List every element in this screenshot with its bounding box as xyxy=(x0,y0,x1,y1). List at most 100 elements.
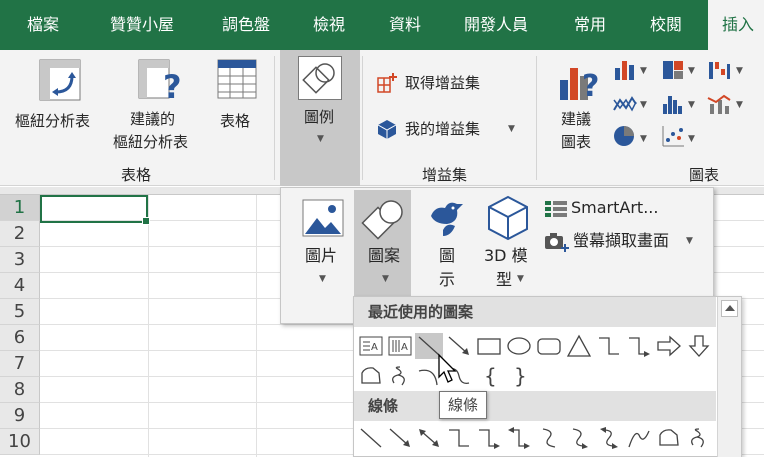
illustrations-dropdown-icon: ▼ xyxy=(317,134,324,144)
svg-text:{: { xyxy=(484,364,497,388)
down-arrow-shape[interactable] xyxy=(685,333,713,359)
dropdown-icon: ▼ xyxy=(319,274,326,284)
histogram-chart-icon xyxy=(663,96,682,114)
cube-3d-icon xyxy=(488,195,528,241)
illustrations-icon xyxy=(298,56,342,100)
curve-shape[interactable] xyxy=(625,425,653,451)
rounded-rectangle-shape[interactable] xyxy=(535,333,563,359)
shapes-label: 圖案 xyxy=(368,246,401,265)
dropdown-icon: ▼ xyxy=(688,66,695,76)
treemap-chart-icon xyxy=(663,61,683,79)
elbow-connector-shape[interactable] xyxy=(595,333,623,359)
dropdown-icon: ▼ xyxy=(517,274,524,284)
tab-view[interactable]: 檢視 xyxy=(313,0,345,50)
scroll-up-arrow-icon[interactable] xyxy=(721,300,738,317)
row-header[interactable]: 2 xyxy=(0,221,40,247)
elbow-arrow-connector-shape[interactable] xyxy=(475,425,503,451)
row-header[interactable]: 3 xyxy=(0,247,40,273)
tab-data[interactable]: 資料 xyxy=(389,0,421,50)
addins-group-label: 增益集 xyxy=(422,166,468,184)
scribble-shape[interactable] xyxy=(386,363,414,389)
right-arrow-shape[interactable] xyxy=(655,333,683,359)
recommended-charts-label-1: 建議 xyxy=(561,110,592,128)
row-header[interactable]: 9 xyxy=(0,403,40,429)
dropdown-icon: ▼ xyxy=(736,100,743,110)
double-arrow-line-shape[interactable] xyxy=(415,425,443,451)
3d-models-label-2: 型 xyxy=(496,270,513,289)
selected-cell-a1[interactable] xyxy=(40,195,150,225)
recommended-pivot-label-1: 建議的 xyxy=(130,110,176,128)
recommended-charts-icon: ? xyxy=(560,68,599,104)
pivot-table-label: 樞紐分析表 xyxy=(15,112,91,130)
tab-review[interactable]: 校閱 xyxy=(650,0,682,50)
freeform-shape[interactable] xyxy=(655,425,683,451)
picture-icon xyxy=(302,199,344,237)
store-icon xyxy=(377,73,397,93)
screenshot-label: 螢幕擷取畫面 xyxy=(573,231,670,250)
pivot-table-icon xyxy=(39,59,81,101)
icons-label-2: 示 xyxy=(439,270,456,289)
table-label: 表格 xyxy=(220,112,251,130)
scatter-chart-icon xyxy=(662,126,684,147)
row-header[interactable]: 8 xyxy=(0,377,40,403)
curved-connector-shape[interactable] xyxy=(535,425,563,451)
cube-addin-icon xyxy=(377,120,397,139)
tab-home[interactable]: 常用 xyxy=(574,0,606,50)
svg-text:A: A xyxy=(371,342,378,353)
dropdown-icon: ▼ xyxy=(736,66,743,76)
group-separator xyxy=(362,56,363,180)
row-header[interactable]: 10 xyxy=(0,429,40,455)
camera-icon xyxy=(545,233,569,252)
ribbon: 樞紐分析表 ? 建議的 樞紐分析表 表格 表格 圖例 ▼ 取得增益集 我的增益集… xyxy=(0,50,764,186)
dropdown-icon: ▼ xyxy=(640,100,647,110)
ribbon-tab-bar: 檔案 贊贊小屋 調色盤 檢視 資料 開發人員 常用 校閱 插入 xyxy=(0,0,764,50)
scribble-shape[interactable] xyxy=(685,425,713,451)
elbow-double-arrow-connector-shape[interactable] xyxy=(505,425,533,451)
tooltip: 線條 xyxy=(439,391,487,419)
tab-file[interactable]: 檔案 xyxy=(27,0,59,50)
smartart-label: SmartArt... xyxy=(571,198,659,217)
curved-arrow-connector-shape[interactable] xyxy=(565,425,593,451)
row-header[interactable]: 4 xyxy=(0,273,40,299)
lines-header: 線條 xyxy=(354,391,716,421)
dropdown-icon: ▼ xyxy=(640,66,647,76)
my-addins-dropdown-icon: ▼ xyxy=(508,124,515,134)
smartart-icon xyxy=(545,201,567,217)
tab-insert[interactable]: 插入 xyxy=(708,0,764,50)
table-icon xyxy=(217,59,257,99)
row-header[interactable]: 1 xyxy=(0,195,40,221)
pictures-label: 圖片 xyxy=(305,246,338,265)
svg-text:?: ? xyxy=(582,69,599,104)
row-header[interactable]: 6 xyxy=(0,325,40,351)
row-header[interactable]: 5 xyxy=(0,299,40,325)
gallery-scrollbar[interactable] xyxy=(717,297,741,457)
elbow-connector-shape[interactable] xyxy=(445,425,473,451)
line-shape[interactable] xyxy=(357,425,385,451)
3d-models-label-1: 3D 模 xyxy=(484,246,528,265)
arrow-line-shape[interactable] xyxy=(386,425,414,451)
shapes-icon xyxy=(361,200,403,240)
triangle-shape[interactable] xyxy=(565,333,593,359)
elbow-arrow-connector-shape[interactable] xyxy=(625,333,653,359)
tab-developer[interactable]: 開發人員 xyxy=(464,0,528,50)
tab-zanzan[interactable]: 贊贊小屋 xyxy=(110,0,174,50)
group-separator xyxy=(536,56,537,180)
column-chart-icon xyxy=(615,61,634,80)
recent-shapes-header: 最近使用的圖案 xyxy=(354,297,716,327)
dropdown-icon: ▼ xyxy=(688,134,695,144)
row-header[interactable]: 7 xyxy=(0,351,40,377)
pie-chart-icon xyxy=(614,126,634,146)
svg-text:}: } xyxy=(514,364,527,388)
curved-double-arrow-connector-shape[interactable] xyxy=(595,425,623,451)
icons-label-1: 圖 xyxy=(439,246,456,265)
freeform-shape[interactable] xyxy=(357,363,385,389)
bird-icon xyxy=(431,202,463,236)
right-brace-shape[interactable]: } xyxy=(505,363,533,389)
vertical-text-box-shape[interactable]: A xyxy=(386,333,414,359)
oval-shape[interactable] xyxy=(505,333,533,359)
mouse-pointer-icon xyxy=(438,353,457,383)
left-brace-shape[interactable]: { xyxy=(475,363,503,389)
tab-palette[interactable]: 調色盤 xyxy=(222,0,270,50)
rectangle-shape[interactable] xyxy=(475,333,503,359)
text-box-shape[interactable]: A xyxy=(357,333,385,359)
